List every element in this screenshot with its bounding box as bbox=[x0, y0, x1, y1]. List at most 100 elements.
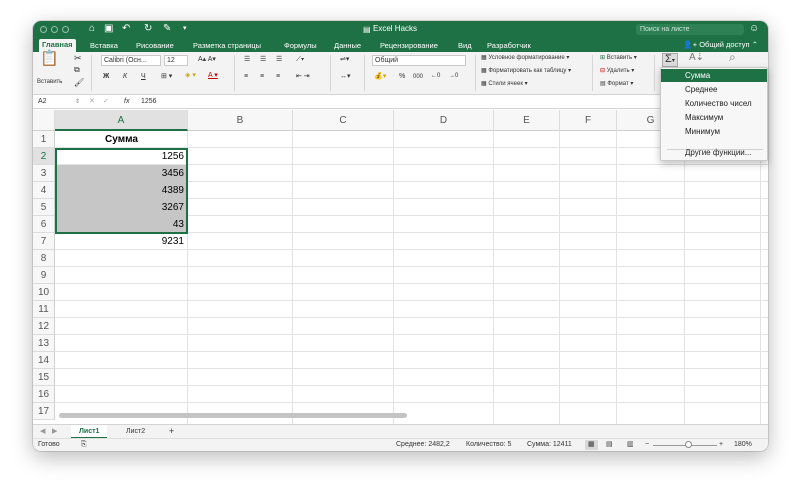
cell-styles-button[interactable]: ▦ Стили ячеек ▾ bbox=[481, 79, 528, 89]
orientation-icon[interactable]: ⟋▾ bbox=[296, 55, 304, 65]
merge-icon[interactable]: ↔▾ bbox=[340, 72, 351, 82]
tab-page-layout[interactable]: Разметка страницы bbox=[190, 40, 264, 51]
page-break-view-icon[interactable]: ▥ bbox=[627, 440, 634, 450]
cell-a3[interactable]: 3456 bbox=[56, 165, 187, 182]
row-header[interactable]: 10 bbox=[33, 284, 55, 301]
align-right-icon[interactable]: ≡ bbox=[276, 72, 280, 82]
font-name-select[interactable]: Calibri (Осн... bbox=[101, 55, 161, 66]
underline-button[interactable]: Ч bbox=[141, 72, 146, 82]
align-center-icon[interactable]: ≡ bbox=[260, 72, 264, 82]
cell-a5[interactable]: 3267 bbox=[56, 199, 187, 216]
row-header[interactable]: 16 bbox=[33, 386, 55, 403]
customize-toolbar-icon[interactable]: ▾ bbox=[183, 23, 187, 35]
format-painter-icon[interactable]: 🖌 bbox=[74, 78, 84, 88]
home-icon[interactable]: ⌂ bbox=[89, 23, 95, 35]
align-left-icon[interactable]: ≡ bbox=[244, 72, 248, 82]
cell-a1[interactable]: Сумма bbox=[56, 131, 187, 148]
indent-icon[interactable]: ⇤ ⇥ bbox=[296, 72, 310, 82]
column-header-c[interactable]: C bbox=[293, 110, 394, 131]
delete-cells-button[interactable]: ⊟ Удалить ▾ bbox=[600, 66, 634, 76]
row-header[interactable]: 17 bbox=[33, 403, 55, 420]
menu-item-sum[interactable]: Сумма bbox=[661, 69, 767, 82]
column-header-a[interactable]: A bbox=[55, 110, 188, 131]
add-sheet-button[interactable]: + bbox=[161, 425, 182, 439]
copy-icon[interactable]: ⧉ bbox=[74, 65, 80, 75]
formula-input[interactable]: 1256 bbox=[141, 97, 157, 107]
sheet-tab-2[interactable]: Лист2 bbox=[118, 425, 153, 439]
align-top-icon[interactable]: ☰ bbox=[244, 55, 250, 65]
cell-a2[interactable]: 1256 bbox=[56, 148, 187, 165]
macro-record-icon[interactable]: ⎘ bbox=[81, 440, 87, 450]
name-box-dropdown-icon[interactable]: ⇕ bbox=[75, 97, 80, 107]
currency-icon[interactable]: 💰▾ bbox=[374, 72, 386, 82]
tab-data[interactable]: Данные bbox=[331, 40, 364, 51]
autosum-button[interactable]: Σ▾ bbox=[662, 53, 678, 67]
font-color-icon[interactable]: A ▾ bbox=[208, 71, 218, 81]
tab-insert[interactable]: Вставка bbox=[87, 40, 121, 51]
conditional-formatting-button[interactable]: ▦ Условное форматирование ▾ bbox=[481, 53, 569, 63]
normal-view-icon[interactable]: ▦ bbox=[585, 440, 598, 450]
zoom-out-button[interactable]: − bbox=[645, 440, 649, 450]
column-header-f[interactable]: F bbox=[560, 110, 617, 131]
redo-icon[interactable]: ↻ bbox=[144, 23, 152, 35]
cut-icon[interactable]: ✂ bbox=[74, 53, 82, 63]
cell-a7[interactable]: 9231 bbox=[56, 233, 187, 250]
edit-icon[interactable]: ✎ bbox=[163, 23, 171, 35]
tab-review[interactable]: Рецензирование bbox=[377, 40, 441, 51]
undo-icon[interactable]: ↶ bbox=[122, 23, 130, 35]
select-all-corner[interactable] bbox=[33, 110, 55, 131]
row-header[interactable]: 9 bbox=[33, 267, 55, 284]
column-header-d[interactable]: D bbox=[394, 110, 494, 131]
menu-item-more-functions[interactable]: Другие функции... bbox=[661, 146, 767, 159]
menu-item-count-numbers[interactable]: Количество чисел bbox=[661, 97, 767, 110]
increase-decimal-icon[interactable]: ←0 bbox=[431, 71, 440, 81]
smiley-icon[interactable]: ☺ bbox=[749, 23, 759, 35]
row-header[interactable]: 14 bbox=[33, 352, 55, 369]
row-header[interactable]: 1 bbox=[33, 131, 55, 148]
thousands-button[interactable]: 000 bbox=[413, 72, 423, 82]
sort-filter-icon[interactable]: A⇣ bbox=[689, 53, 704, 63]
share-button[interactable]: 👤+ Общий доступ ⌃ bbox=[683, 40, 758, 49]
cell-a4[interactable]: 4389 bbox=[56, 182, 187, 199]
confirm-icon[interactable]: ✓ bbox=[103, 97, 109, 107]
horizontal-scrollbar[interactable] bbox=[59, 413, 407, 418]
zoom-slider-handle[interactable] bbox=[685, 441, 692, 448]
sheet-tab-1[interactable]: Лист1 bbox=[71, 425, 108, 439]
tab-view[interactable]: Вид bbox=[455, 40, 475, 51]
borders-icon[interactable]: ⊞ ▾ bbox=[161, 72, 172, 82]
find-icon[interactable]: ⌕ bbox=[729, 51, 736, 63]
format-cells-button[interactable]: ▤ Формат ▾ bbox=[600, 79, 633, 89]
align-middle-icon[interactable]: ☰ bbox=[260, 55, 266, 65]
minimize-window-button[interactable] bbox=[51, 26, 58, 33]
menu-item-average[interactable]: Среднее bbox=[661, 83, 767, 96]
row-header[interactable]: 5 bbox=[33, 199, 55, 216]
tab-developer[interactable]: Разработчик bbox=[484, 40, 534, 51]
row-header[interactable]: 15 bbox=[33, 369, 55, 386]
row-header[interactable]: 2 bbox=[33, 148, 55, 165]
italic-button[interactable]: К bbox=[123, 72, 127, 82]
row-header[interactable]: 3 bbox=[33, 165, 55, 182]
close-window-button[interactable] bbox=[40, 26, 47, 33]
number-format-select[interactable]: Общий bbox=[372, 55, 466, 66]
column-header-e[interactable]: E bbox=[494, 110, 560, 131]
worksheet-grid[interactable]: A B C D E F G 1 2 3 4 5 6 7 8 9 10 11 12… bbox=[33, 110, 768, 424]
zoom-window-button[interactable] bbox=[62, 26, 69, 33]
zoom-in-button[interactable]: + bbox=[719, 440, 723, 450]
next-sheet-icon[interactable]: ▶ bbox=[52, 427, 57, 437]
row-header[interactable]: 7 bbox=[33, 233, 55, 250]
row-header[interactable]: 8 bbox=[33, 250, 55, 267]
page-layout-view-icon[interactable]: ▤ bbox=[606, 440, 613, 450]
row-header[interactable]: 11 bbox=[33, 301, 55, 318]
format-as-table-button[interactable]: ▦ Форматировать как таблицу ▾ bbox=[481, 66, 571, 76]
name-box[interactable]: A2 bbox=[38, 97, 47, 107]
paste-icon[interactable]: 📋 bbox=[40, 51, 59, 66]
percent-button[interactable]: % bbox=[399, 72, 405, 82]
align-bottom-icon[interactable]: ☰ bbox=[276, 55, 282, 65]
menu-item-min[interactable]: Минимум bbox=[661, 125, 767, 138]
fill-color-icon[interactable]: ◈ ▾ bbox=[185, 71, 196, 81]
insert-cells-button[interactable]: ⊞ Вставить ▾ bbox=[600, 53, 637, 63]
row-header[interactable]: 13 bbox=[33, 335, 55, 352]
font-size-select[interactable]: 12 bbox=[164, 55, 188, 66]
wrap-text-icon[interactable]: ⇌▾ bbox=[340, 55, 349, 65]
prev-sheet-icon[interactable]: ◀ bbox=[40, 427, 45, 437]
